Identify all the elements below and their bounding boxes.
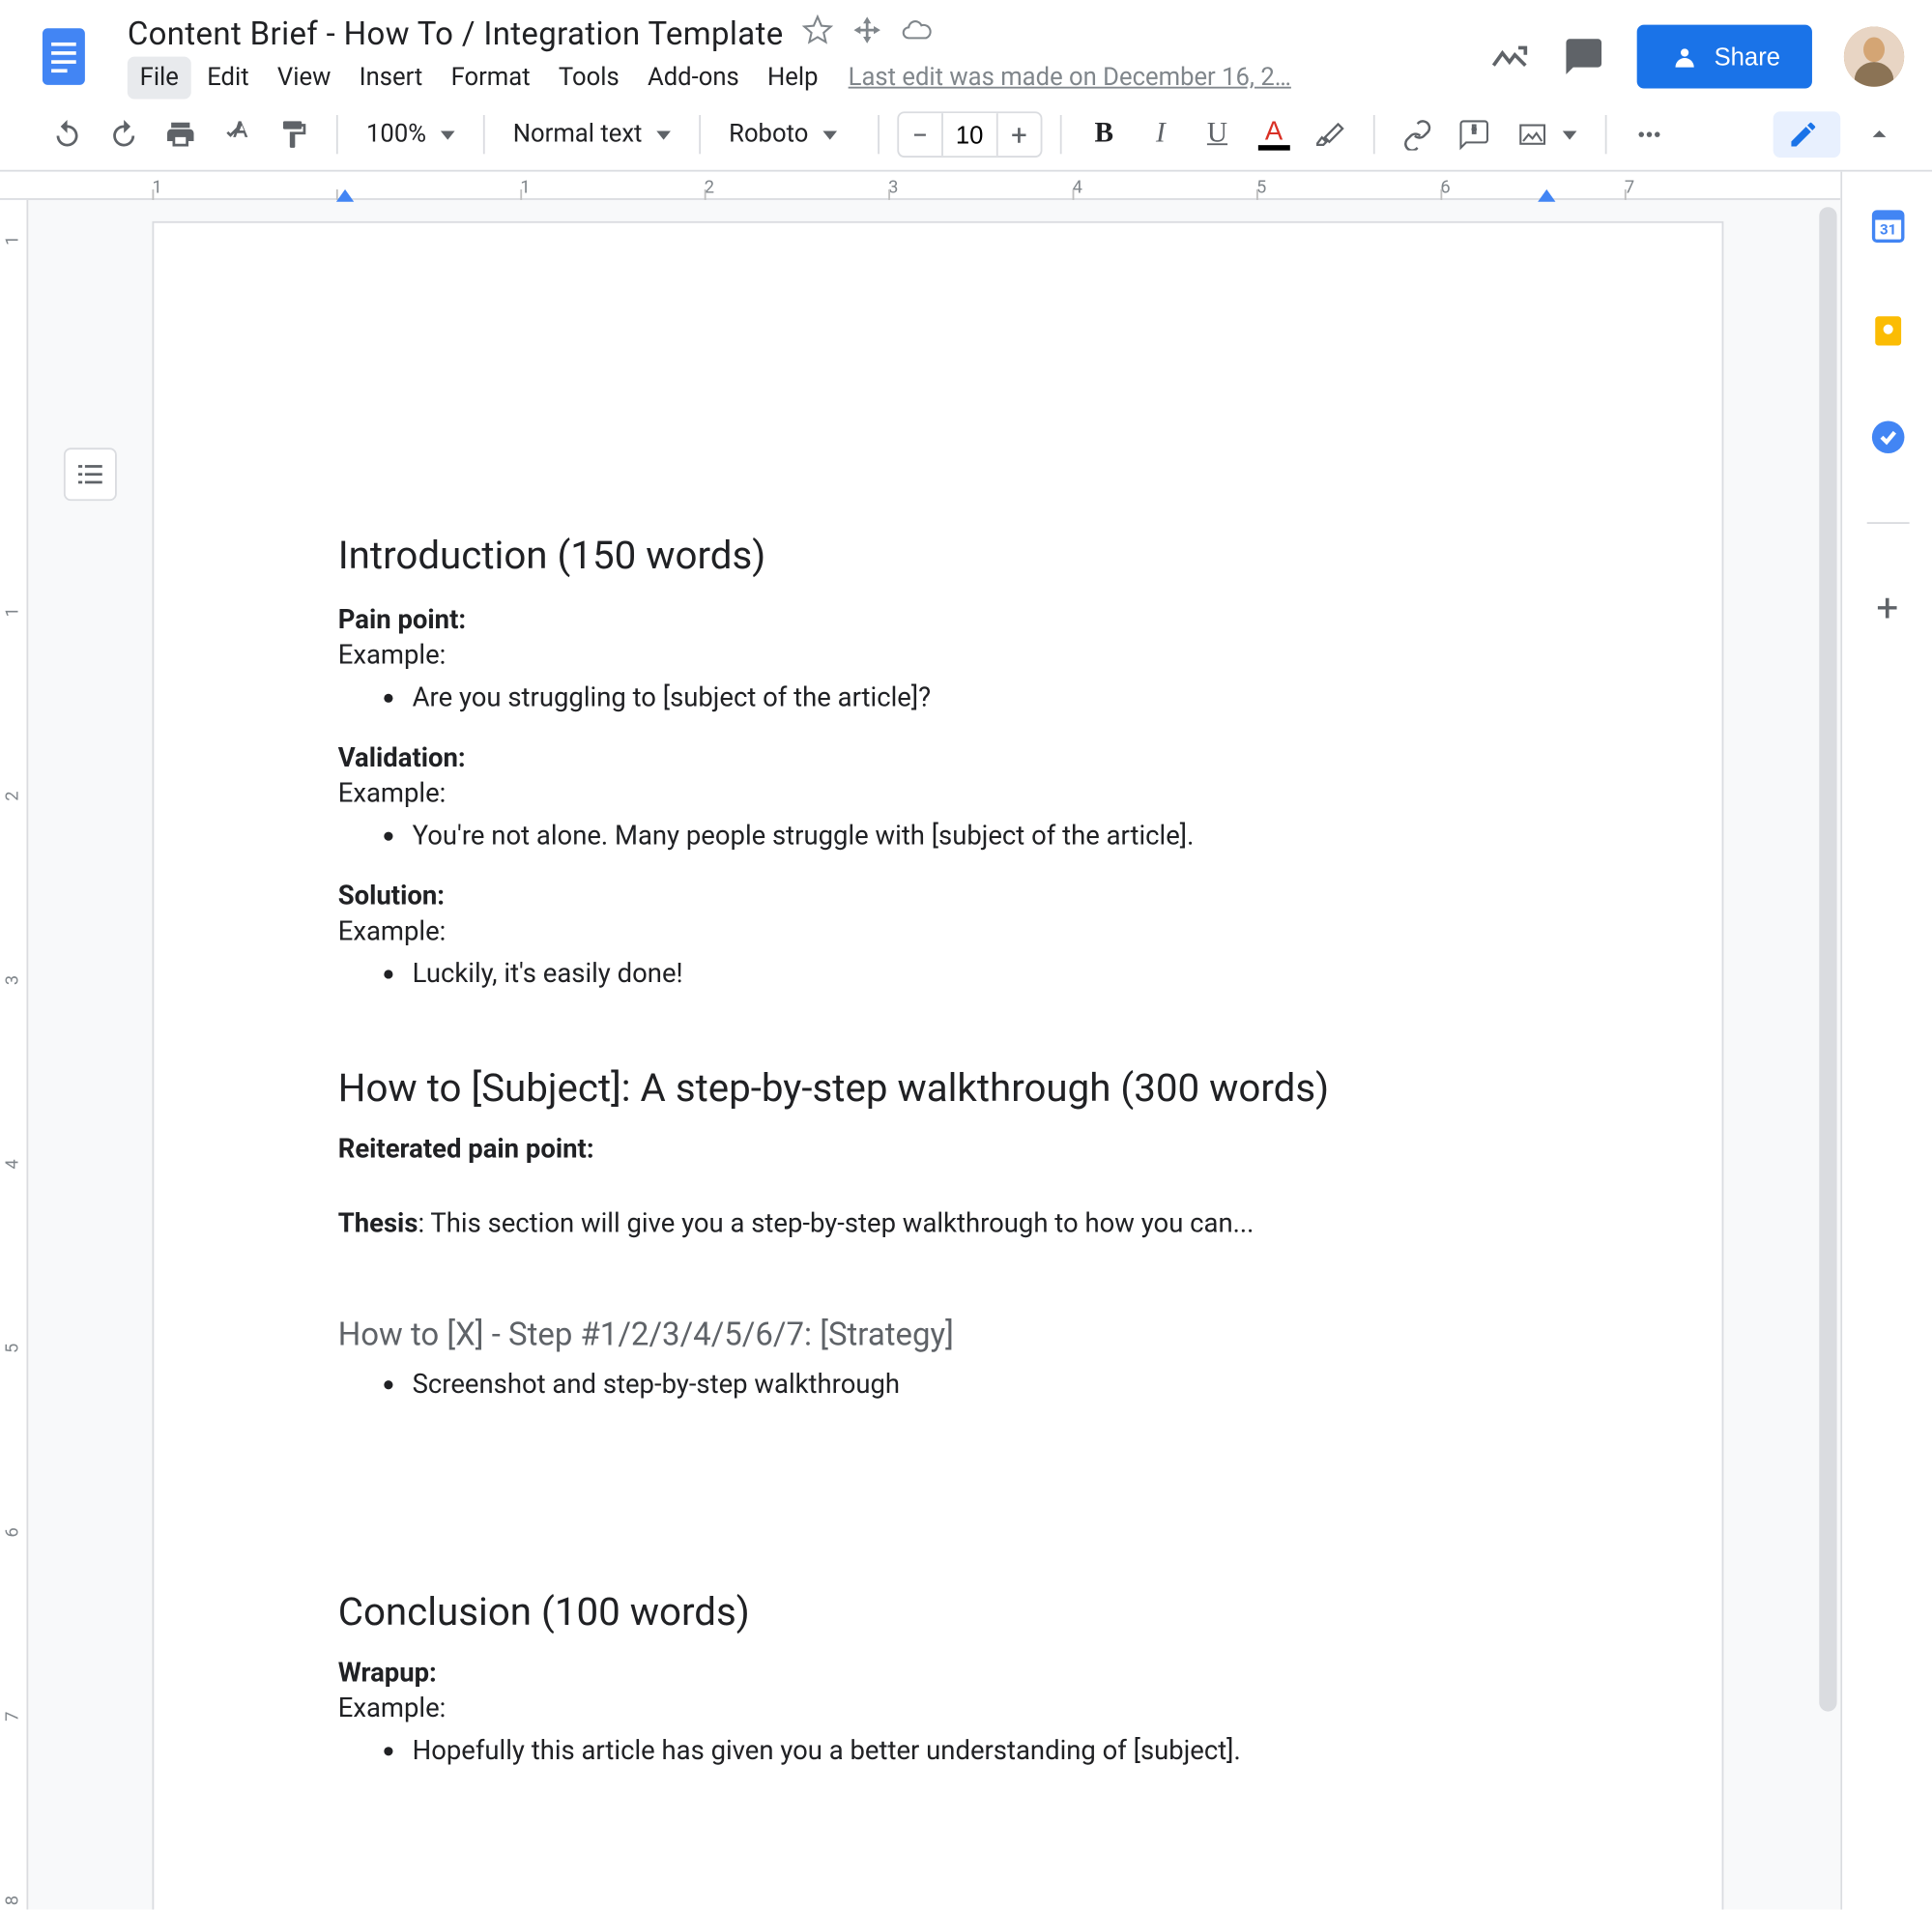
underline-button[interactable]: U [1193,110,1242,159]
side-panel: 31 + [1840,172,1932,1910]
right-indent-marker[interactable] [1538,189,1555,202]
bullet-wrapup: Hopefully this article has given you a b… [413,1731,1545,1770]
undo-button[interactable] [43,110,92,159]
font-size-control: − + [897,111,1042,158]
header: Content Brief - How To / Integration Tem… [0,0,1932,100]
addons-plus-icon[interactable]: + [1876,588,1898,632]
editing-mode-button[interactable] [1773,111,1841,158]
label-example: Example: [338,639,1545,671]
menu-view[interactable]: View [265,57,343,100]
document-area: 1 1 2 3 4 5 6 7 1 1 2 3 4 5 6 7 8 Intr [0,172,1840,1910]
last-edit-link[interactable]: Last edit was made on December 16, 2… [849,64,1291,92]
heading-conclusion: Conclusion (100 words) [338,1591,1545,1635]
menu-bar: File Edit View Insert Format Tools Add-o… [128,57,1459,100]
label-wrapup: Wrapup: [338,1657,1545,1689]
font-select[interactable]: Roboto [718,113,859,156]
insert-link-button[interactable] [1393,110,1442,159]
horizontal-ruler[interactable]: 1 1 2 3 4 5 6 7 [0,172,1840,200]
document-page[interactable]: Introduction (150 words) Pain point: Exa… [152,221,1723,1910]
label-solution: Solution: [338,880,1545,912]
vertical-ruler[interactable]: 1 1 2 3 4 5 6 7 8 [0,200,28,1910]
menu-help[interactable]: Help [755,57,830,100]
bullet-solution: Luckily, it's easily done! [413,954,1545,993]
document-title[interactable]: Content Brief - How To / Integration Tem… [128,15,784,52]
account-avatar[interactable] [1844,26,1904,86]
thesis-line: Thesis: This section will give you a ste… [338,1207,1545,1239]
paint-format-button[interactable] [269,110,318,159]
menu-addons[interactable]: Add-ons [635,57,751,100]
outline-toggle-button[interactable] [64,448,117,501]
more-button[interactable] [1625,110,1674,159]
label-reiterated-pain: Reiterated pain point: [338,1133,1545,1165]
font-size-increase[interactable]: + [997,113,1040,156]
star-icon[interactable] [801,14,833,53]
menu-tools[interactable]: Tools [546,57,631,100]
main-area: 1 1 2 3 4 5 6 7 1 1 2 3 4 5 6 7 8 Intr [0,172,1932,1910]
menu-edit[interactable]: Edit [194,57,261,100]
highlight-button[interactable] [1306,110,1355,159]
collapse-toolbar-button[interactable] [1855,110,1904,159]
vertical-scrollbar[interactable] [1819,207,1836,1711]
font-size-decrease[interactable]: − [899,113,941,156]
activity-icon[interactable] [1487,36,1530,78]
italic-button[interactable]: I [1136,110,1185,159]
calendar-icon[interactable]: 31 [1866,204,1909,246]
font-size-input[interactable] [941,113,998,156]
bullet-pain: Are you struggling to [subject of the ar… [413,678,1545,716]
heading-howto: How to [Subject]: A step-by-step walkthr… [338,1067,1545,1112]
docs-logo-icon[interactable] [28,21,99,92]
menu-format[interactable]: Format [439,57,543,100]
label-pain-point: Pain point: [338,603,1545,635]
label-example: Example: [338,1692,1545,1723]
label-example: Example: [338,915,1545,947]
tasks-icon[interactable] [1866,416,1909,458]
print-button[interactable] [156,110,205,159]
comments-icon[interactable] [1562,36,1604,78]
svg-text:31: 31 [1879,221,1895,239]
bullet-step: Screenshot and step-by-step walkthrough [413,1365,1545,1404]
label-example: Example: [338,777,1545,809]
spellcheck-button[interactable] [213,110,262,159]
left-indent-marker[interactable] [336,189,354,202]
text-color-button[interactable]: A [1249,110,1298,159]
add-comment-button[interactable] [1449,110,1498,159]
menu-insert[interactable]: Insert [347,57,435,100]
bullet-validation: You're not alone. Many people struggle w… [413,816,1545,854]
move-icon[interactable] [851,14,882,53]
cloud-status-icon[interactable] [900,14,932,53]
heading-intro: Introduction (150 words) [338,535,1545,579]
zoom-select[interactable]: 100% [356,113,465,156]
share-label: Share [1715,43,1780,71]
label-validation: Validation: [338,741,1545,773]
share-button[interactable]: Share [1636,25,1812,89]
bold-button[interactable]: B [1080,110,1129,159]
heading-step: How to [X] - Step #1/2/3/4/5/6/7: [Strat… [338,1317,1545,1353]
keep-icon[interactable] [1866,309,1909,352]
insert-image-button[interactable] [1506,111,1587,158]
style-select[interactable]: Normal text [503,113,681,156]
redo-button[interactable] [100,110,149,159]
menu-file[interactable]: File [128,57,191,100]
toolbar: 100% Normal text Roboto − + B I U A [0,100,1932,172]
